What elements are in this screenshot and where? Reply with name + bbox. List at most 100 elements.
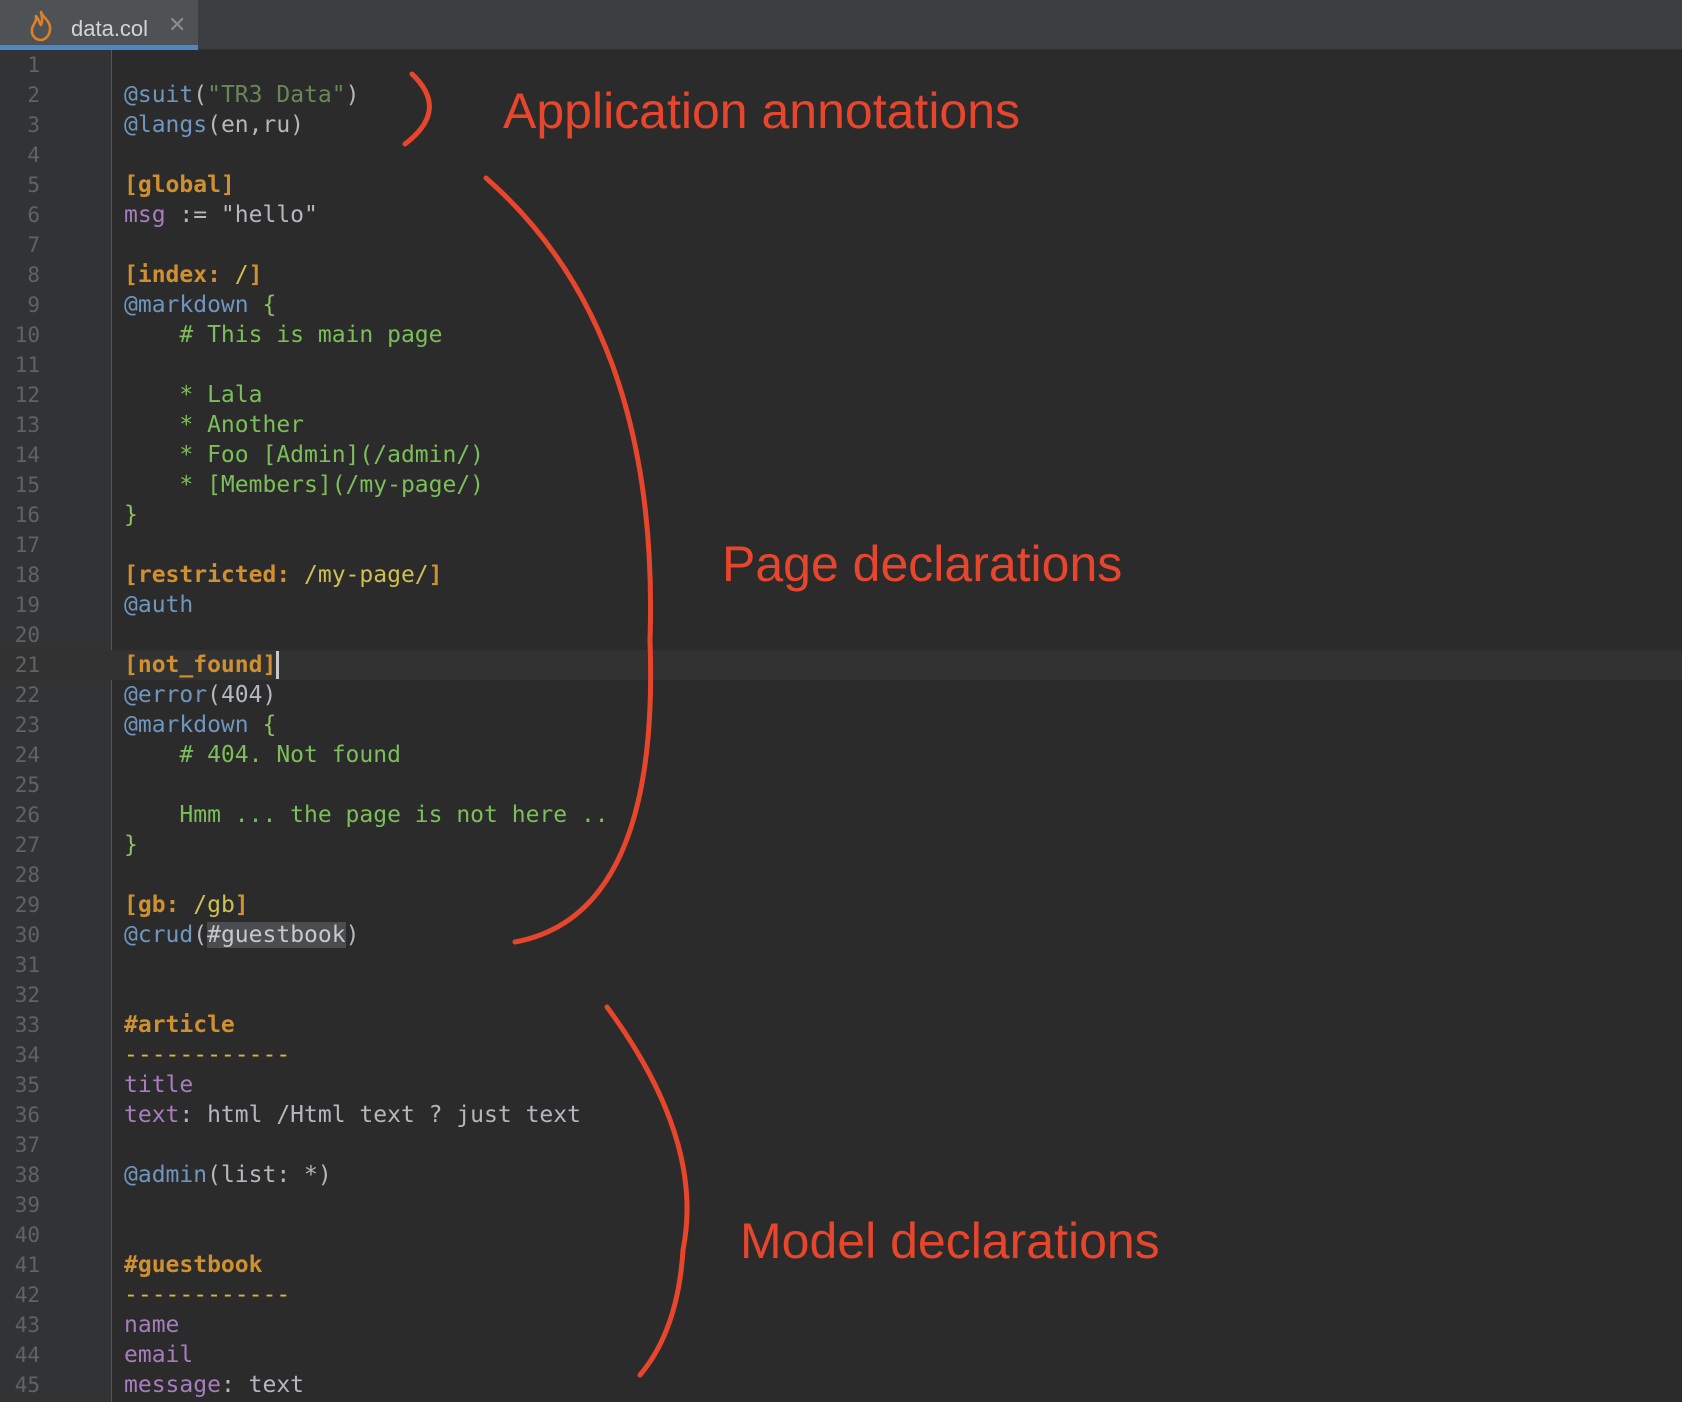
code-text: * Lala (124, 380, 262, 410)
code-line[interactable]: 36 text: html /Html text ? just text (0, 1100, 1682, 1130)
code-line[interactable]: 6 msg := "hello" (0, 200, 1682, 230)
code-line[interactable]: 25 (0, 770, 1682, 800)
line-number: 17 (14, 533, 40, 557)
line-number: 40 (14, 1223, 40, 1247)
code-line[interactable]: 24 # 404. Not found (0, 740, 1682, 770)
code-line[interactable]: 26 Hmm ... the page is not here .. (0, 800, 1682, 830)
code-line[interactable]: 37 (0, 1130, 1682, 1160)
code-text: [gb: /gb] (124, 890, 249, 920)
code-token: message (124, 1372, 221, 1398)
tab-data-col[interactable]: data.col ✕ (0, 0, 198, 50)
line-number: 39 (14, 1193, 40, 1217)
code-line[interactable]: 14 * Foo [Admin](/admin/) (0, 440, 1682, 470)
code-line[interactable]: 38 @admin(list: *) (0, 1160, 1682, 1190)
line-number: 8 (27, 263, 40, 287)
code-line[interactable]: 22 @error(404) (0, 680, 1682, 710)
line-number: 37 (14, 1133, 40, 1157)
code-token: ------------ (124, 1282, 291, 1308)
code-text: msg := "hello" (124, 200, 318, 230)
code-line[interactable]: 45 message: text (0, 1370, 1682, 1400)
code-token: ( (193, 922, 208, 948)
code-line[interactable]: 8 [index: /] (0, 260, 1682, 290)
line-number: 41 (14, 1253, 40, 1277)
code-line[interactable]: 12 * Lala (0, 380, 1682, 410)
code-line[interactable]: 15 * [Members](/my-page/) (0, 470, 1682, 500)
close-icon[interactable]: ✕ (168, 12, 186, 38)
code-line[interactable]: 44 email (0, 1340, 1682, 1370)
code-line[interactable]: 5 [global] (0, 170, 1682, 200)
code-text: #article (124, 1010, 235, 1040)
line-number: 21 (14, 653, 40, 677)
code-line[interactable]: 29 [gb: /gb] (0, 890, 1682, 920)
code-token: (list: *) (207, 1162, 332, 1188)
code-line[interactable]: 27} (0, 830, 1682, 860)
code-line[interactable]: 20 (0, 620, 1682, 650)
code-line[interactable]: 43 name (0, 1310, 1682, 1340)
line-number: 34 (14, 1043, 40, 1067)
line-number: 27 (14, 833, 40, 857)
code-line[interactable]: 28 (0, 860, 1682, 890)
line-number: 11 (14, 353, 40, 377)
code-line[interactable]: 34 ------------ (0, 1040, 1682, 1070)
code-line[interactable]: 13 * Another (0, 410, 1682, 440)
code-text: } (124, 500, 138, 530)
line-number: 7 (27, 233, 40, 257)
code-token: #guestbook (124, 1252, 263, 1278)
code-token: } (124, 502, 138, 528)
line-number: 19 (14, 593, 40, 617)
line-number: 18 (14, 563, 40, 587)
code-line[interactable]: 19 @auth (0, 590, 1682, 620)
line-number: 29 (14, 893, 40, 917)
code-line[interactable]: 30 @crud(#guestbook) (0, 920, 1682, 950)
code-line[interactable]: 21 [not_found] (0, 650, 1682, 680)
code-token: [gb: (124, 892, 194, 918)
code-token: Hmm ... the page is not here .. (124, 802, 609, 828)
code-line[interactable]: 23 @markdown { (0, 710, 1682, 740)
code-token: ] (428, 562, 443, 588)
code-text: message: text (124, 1370, 304, 1400)
code-text: [not_found] (124, 650, 276, 680)
code-token: := "hello" (165, 202, 318, 228)
line-number: 15 (14, 473, 40, 497)
line-number: 9 (27, 293, 40, 317)
code-line[interactable]: 9 @markdown { (0, 290, 1682, 320)
line-number: 4 (27, 143, 40, 167)
code-line[interactable]: 42 ------------ (0, 1280, 1682, 1310)
code-token: text (124, 1102, 180, 1128)
line-number: 38 (14, 1163, 40, 1187)
code-text: @crud(#guestbook) (124, 920, 359, 950)
code-line[interactable]: 31 (0, 950, 1682, 980)
code-token: @suit (124, 82, 194, 108)
code-text: @auth (124, 590, 193, 620)
code-token: ( (193, 82, 208, 108)
code-line[interactable]: 10 # This is main page (0, 320, 1682, 350)
code-token: ] (234, 892, 249, 918)
code-editor[interactable]: 1 2 @suit("TR3 Data") 3 @langs(en,ru) 4 5 [glob… (0, 50, 1682, 1402)
code-line[interactable]: 11 (0, 350, 1682, 380)
code-line[interactable]: 4 (0, 140, 1682, 170)
code-token: [not_found] (124, 652, 277, 678)
code-text: @admin(list: *) (124, 1160, 332, 1190)
code-token: name (124, 1312, 180, 1338)
code-token: { (248, 712, 277, 738)
code-text: @suit("TR3 Data") (124, 80, 359, 110)
code-token: * [Members](/my-page/) (124, 472, 485, 498)
code-token: : text (220, 1372, 305, 1398)
code-line[interactable]: 1 (0, 50, 1682, 80)
code-text: title (124, 1070, 193, 1100)
code-token: * Another (124, 412, 305, 438)
line-number: 1 (27, 53, 40, 77)
line-number: 24 (14, 743, 40, 767)
code-line[interactable]: 32 (0, 980, 1682, 1010)
code-token: @langs (124, 112, 208, 138)
code-text: [global] (124, 170, 235, 200)
code-line[interactable]: 35 title (0, 1070, 1682, 1100)
code-text: @markdown { (124, 290, 276, 320)
code-line[interactable]: 33 #article (0, 1010, 1682, 1040)
code-text: [index: /] (124, 260, 263, 290)
code-text: Hmm ... the page is not here .. (124, 800, 609, 830)
code-line[interactable]: 16} (0, 500, 1682, 530)
code-line[interactable]: 7 (0, 230, 1682, 260)
code-text: * Foo [Admin](/admin/) (124, 440, 484, 470)
line-number: 44 (14, 1343, 40, 1367)
